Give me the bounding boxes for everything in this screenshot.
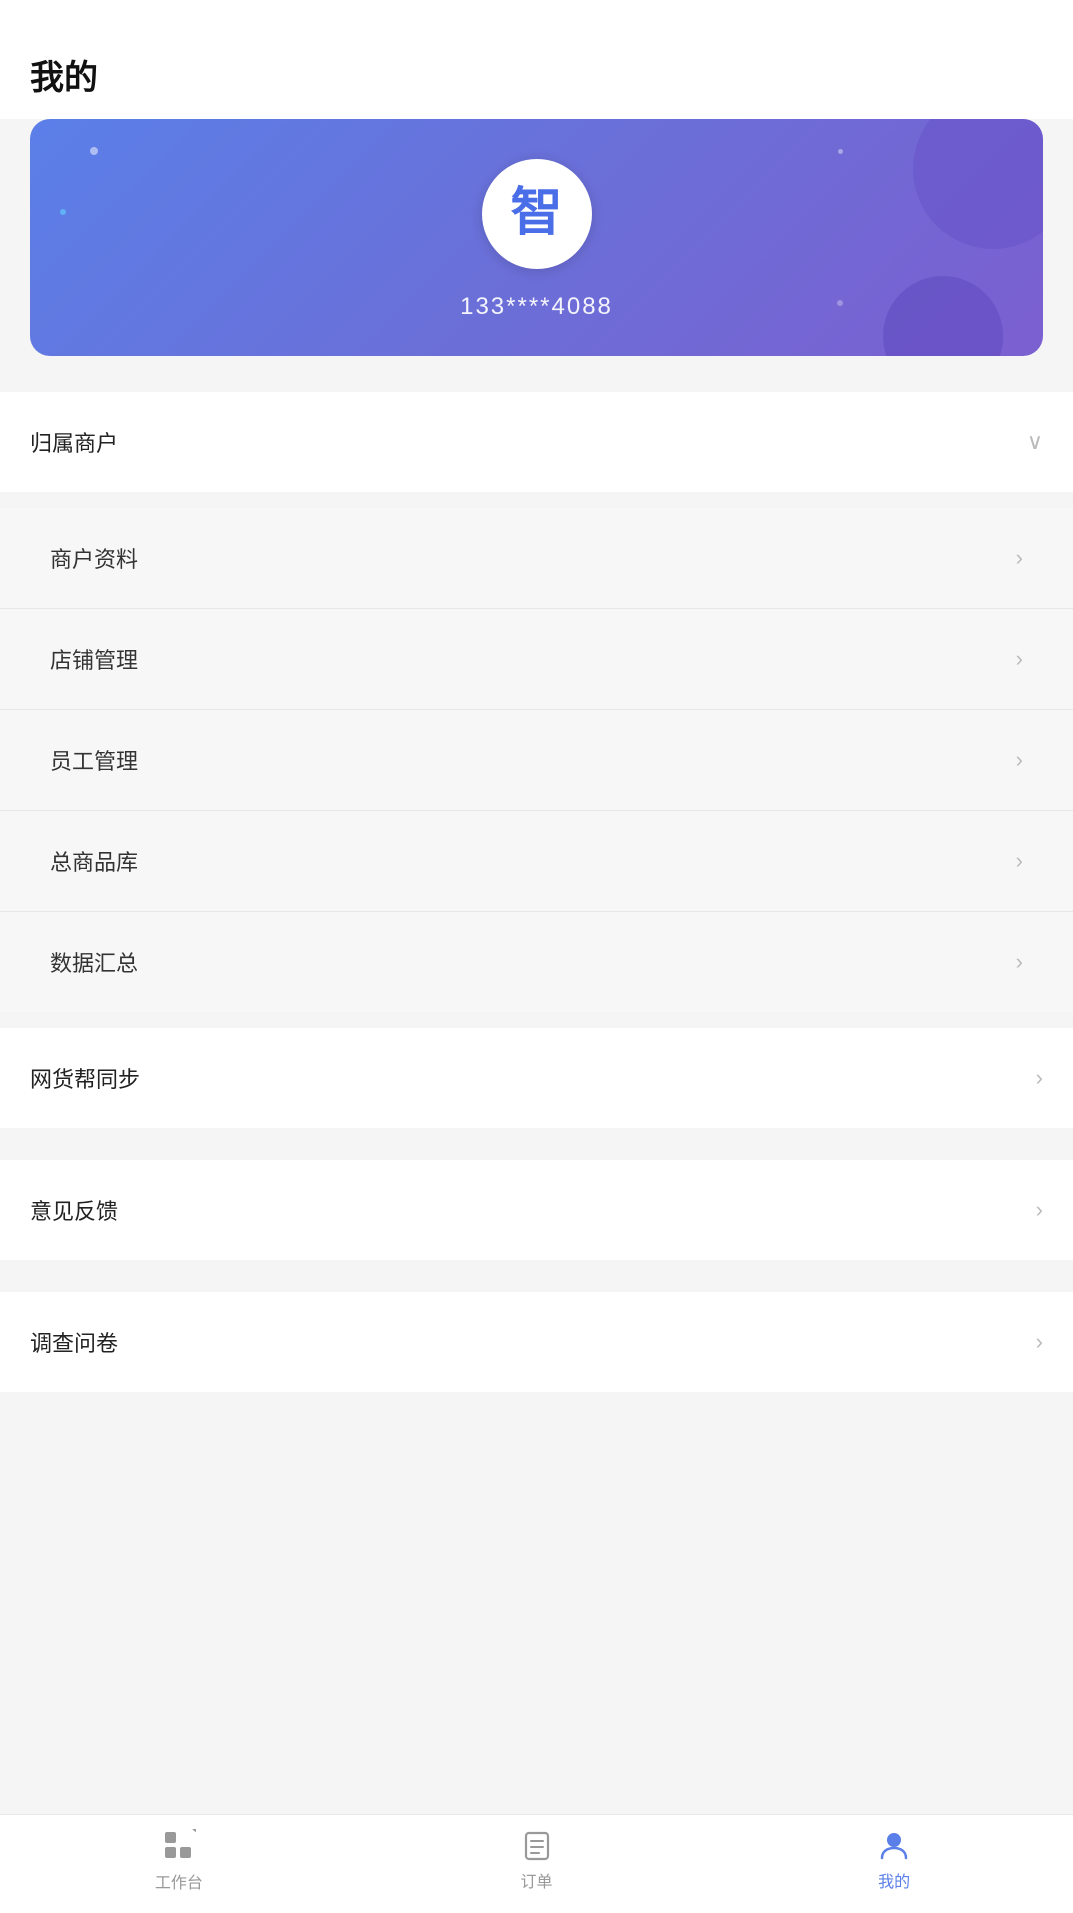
nav-label-workbench: 工作台 [155,1869,203,1893]
menu-item-survey[interactable]: 调查问卷 › [0,1292,1073,1392]
nav-item-mine[interactable]: 我的 [715,1830,1073,1892]
phone-number: 133****4088 [460,293,613,321]
nav-label-orders: 订单 [521,1868,553,1892]
menu-item-feedback-label: 意见反馈 [30,1194,118,1226]
chevron-right-icon-3: › [1016,747,1023,773]
submenu-label-data-summary: 数据汇总 [50,946,138,978]
menu-item-sync[interactable]: 网货帮同步 › [0,1028,1073,1128]
submenu-item-data-summary[interactable]: 数据汇总 › [0,912,1073,1012]
merchant-header[interactable]: 归属商户 ∨ [0,392,1073,492]
submenu-item-merchant-info[interactable]: 商户资料 › [0,508,1073,609]
workbench-icon [162,1829,196,1863]
submenu-item-product-library[interactable]: 总商品库 › [0,811,1073,912]
submenu-label-staff-management: 员工管理 [50,744,138,776]
bottom-nav: 工作台 订单 我的 [0,1814,1073,1913]
chevron-right-icon-feedback: › [1036,1197,1043,1223]
chevron-right-icon-5: › [1016,949,1023,975]
submenu-label-store-management: 店铺管理 [50,643,138,675]
merchant-header-label: 归属商户 [30,426,118,458]
submenu-label-product-library: 总商品库 [50,845,138,877]
menu-item-survey-label: 调查问卷 [30,1326,118,1358]
page-title: 我的 [0,0,1073,119]
nav-item-orders[interactable]: 订单 [358,1830,716,1892]
mine-icon [878,1830,910,1862]
chevron-right-icon-survey: › [1036,1329,1043,1355]
nav-item-workbench[interactable]: 工作台 [0,1829,358,1893]
orders-icon [521,1830,553,1862]
menu-item-feedback[interactable]: 意见反馈 › [0,1160,1073,1260]
chevron-right-icon-4: › [1016,848,1023,874]
avatar[interactable]: 智 [482,159,592,269]
submenu-item-store-management[interactable]: 店铺管理 › [0,609,1073,710]
chevron-down-icon: ∨ [1027,429,1043,455]
profile-card: 智 133****4088 [30,119,1043,356]
menu-item-sync-label: 网货帮同步 [30,1062,140,1094]
chevron-right-icon-2: › [1016,646,1023,672]
chevron-right-icon-sync: › [1036,1065,1043,1091]
avatar-logo: 智 [510,188,562,240]
merchant-submenu: 商户资料 › 店铺管理 › 员工管理 › 总商品库 › 数据汇总 › [0,508,1073,1012]
nav-label-mine: 我的 [878,1868,910,1892]
chevron-right-icon: › [1016,545,1023,571]
submenu-label-merchant-info: 商户资料 [50,542,138,574]
submenu-item-staff-management[interactable]: 员工管理 › [0,710,1073,811]
